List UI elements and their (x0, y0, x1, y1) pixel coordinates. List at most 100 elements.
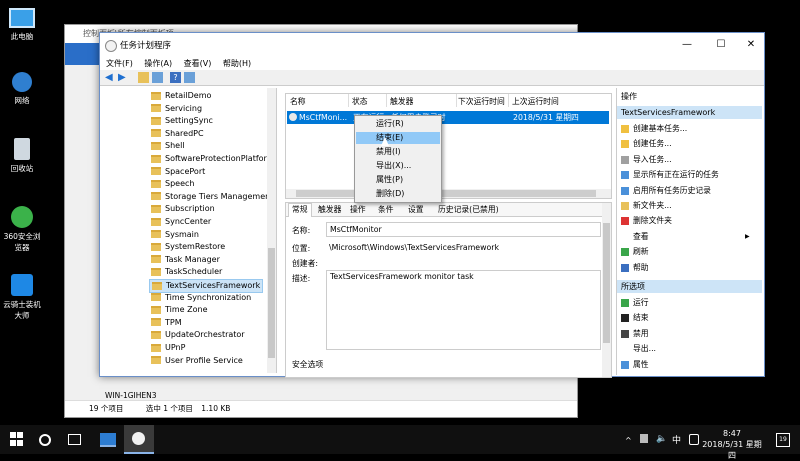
tree-folder-item[interactable]: SoftwareProtectionPlatform (151, 153, 274, 165)
menu-action[interactable]: 操作(A) (144, 59, 172, 68)
tree-folder-item[interactable]: TPM (151, 317, 182, 329)
action-item[interactable]: 导入任务... (621, 153, 672, 166)
column-header-status[interactable]: 状态 (352, 96, 368, 107)
tree-folder-item[interactable]: Storage Tiers Management (151, 191, 273, 203)
tab-conditions[interactable]: 条件 (378, 204, 394, 216)
context-menu-item[interactable]: 结束(E) (356, 132, 440, 144)
tree-folder-item[interactable]: RetailDemo (151, 90, 211, 102)
name-field[interactable]: MsCtfMonitor (326, 222, 601, 237)
action-item[interactable]: 查看 ▶ (621, 230, 750, 243)
task-row[interactable]: MsCtfMoni... 正在运行 任何用户登录时 2018/5/31 星期四 … (287, 111, 609, 135)
desktop-icon-recycle-bin[interactable]: 回收站 (0, 138, 44, 174)
action-item[interactable]: 创建基本任务... (621, 122, 687, 135)
desktop-icon-360-browser[interactable]: 360安全浏览器 (0, 206, 44, 253)
folder-tree[interactable]: RetailDemo Servicing SettingSync SharedPC Sh… (101, 88, 277, 373)
clock[interactable]: 8:47 2018/5/31 星期四 (702, 428, 762, 461)
action-item[interactable]: 帮助 (621, 261, 649, 274)
tree-scrollbar-thumb[interactable] (268, 248, 275, 358)
ime-indicator[interactable]: 中 (672, 433, 681, 446)
context-menu-item[interactable]: 运行(R) (356, 118, 440, 130)
tab-settings[interactable]: 设置 (408, 204, 424, 216)
selected-action-item[interactable]: 删除 (621, 373, 649, 375)
context-menu-item[interactable]: 属性(P) (356, 174, 440, 186)
desktop-icon-network[interactable]: 网络 (0, 72, 44, 106)
section-header-selected[interactable]: 所选项 (617, 280, 762, 293)
network-tray-icon[interactable] (640, 434, 648, 443)
title-bar[interactable]: 任务计划程序 — ☐ ✕ (100, 33, 764, 57)
tab-triggers[interactable]: 触发器 (318, 204, 341, 216)
context-menu-item[interactable]: 删除(D) (356, 188, 440, 200)
column-header-name[interactable]: 名称 (290, 96, 306, 107)
detail-scrollbar-thumb[interactable] (603, 223, 610, 343)
section-header-folder[interactable]: TextServicesFramework (617, 106, 762, 119)
action-icon (621, 299, 629, 307)
start-windows-icon[interactable] (10, 432, 24, 446)
list-hscrollbar-thumb[interactable] (296, 190, 596, 197)
selected-action-item[interactable]: 运行 (621, 296, 649, 309)
task-scheduler-window[interactable]: 任务计划程序 — ☐ ✕ 文件(F) 操作(A) 查看(V) 帮助(H) ◀ ▶… (99, 32, 765, 378)
tree-folder-item[interactable]: SystemRestore (151, 241, 225, 253)
minimize-button[interactable]: — (674, 37, 700, 53)
folder-up-icon[interactable] (138, 72, 149, 83)
tray-chevron-icon[interactable]: ^ (625, 436, 632, 445)
tree-folder-item[interactable]: TaskScheduler (151, 266, 222, 278)
context-menu-item[interactable]: 禁用(I) (356, 146, 440, 158)
control-panel-taskbar-icon[interactable] (100, 433, 116, 447)
search-icon[interactable] (39, 434, 51, 446)
tree-folder-item[interactable]: User Profile Service (151, 355, 243, 367)
description-field[interactable]: TextServicesFramework monitor task (326, 270, 601, 350)
maximize-button[interactable]: ☐ (708, 37, 734, 53)
menu-help[interactable]: 帮助(H) (223, 59, 251, 68)
action-item[interactable]: 删除文件夹 (621, 214, 672, 227)
tree-folder-item[interactable]: SharedPC (151, 128, 204, 140)
tree-folder-item[interactable]: Task Manager (151, 254, 220, 266)
task-list[interactable]: 名称 状态 触发器 下次运行时间 上次运行时间 MsCtfMoni... 正在运… (285, 93, 612, 199)
desktop-icon-this-pc[interactable]: 此电脑 (0, 6, 44, 42)
tree-folder-item[interactable]: Sysmain (151, 229, 199, 241)
user-tray-icon[interactable] (689, 434, 699, 445)
close-button[interactable]: ✕ (738, 37, 764, 53)
tab-actions[interactable]: 操作 (350, 204, 366, 216)
column-header-next-run[interactable]: 下次运行时间 (458, 96, 505, 107)
detail-scrollbar[interactable] (602, 203, 611, 377)
action-item[interactable]: 新文件夹... (621, 199, 672, 212)
action-item[interactable]: 创建任务... (621, 137, 672, 150)
selected-action-item[interactable]: 结束 (621, 311, 649, 324)
show-action-pane-icon[interactable] (184, 72, 195, 83)
action-item[interactable]: 显示所有正在运行的任务 (621, 168, 719, 181)
column-header-last-run[interactable]: 上次运行时间 (512, 96, 559, 107)
tree-folder-item[interactable]: SpacePort (151, 166, 205, 178)
help-icon[interactable]: ? (170, 72, 181, 83)
tree-folder-item[interactable]: SyncCenter (151, 216, 211, 228)
context-menu-item[interactable]: 导出(X)... (356, 160, 440, 172)
show-hide-tree-icon[interactable] (152, 72, 163, 83)
selected-action-item[interactable]: 导出... (621, 342, 656, 355)
tree-folder-item[interactable]: Subscription (151, 203, 215, 215)
tree-folder-item[interactable]: UpdateOrchestrator (151, 329, 245, 341)
selected-action-item[interactable]: 属性 (621, 358, 649, 371)
tree-folder-item[interactable]: Shell (151, 140, 185, 152)
volume-icon[interactable]: 🔈 (656, 434, 667, 444)
tab-general[interactable]: 常规 (288, 203, 312, 217)
tree-folder-item[interactable]: Speech (151, 178, 194, 190)
column-header-trigger[interactable]: 触发器 (390, 96, 413, 107)
tree-folder-item[interactable]: SettingSync (151, 115, 213, 127)
back-arrow-icon[interactable]: ◀ (105, 72, 116, 83)
task-view-icon[interactable] (68, 434, 81, 445)
selected-action-item[interactable]: 禁用 (621, 327, 649, 340)
tab-history[interactable]: 历史记录(已禁用) (438, 204, 499, 216)
tree-folder-item[interactable]: Time Synchronization (151, 292, 251, 304)
list-hscrollbar[interactable] (286, 189, 611, 198)
menu-file[interactable]: 文件(F) (106, 59, 133, 68)
desktop-icon-yunqishi[interactable]: 云骑士装机大师 (0, 274, 44, 321)
tree-scrollbar[interactable] (267, 88, 276, 373)
action-item[interactable]: 启用所有任务历史记录 (621, 184, 711, 197)
task-scheduler-taskbar-button[interactable] (124, 425, 154, 454)
forward-arrow-icon[interactable]: ▶ (118, 72, 129, 83)
notification-center-icon[interactable]: 19 (776, 433, 790, 447)
tree-folder-item[interactable]: Servicing (151, 103, 202, 115)
menu-view[interactable]: 查看(V) (184, 59, 212, 68)
action-item[interactable]: 刷新 (621, 245, 649, 258)
tree-folder-item[interactable]: Time Zone (151, 304, 208, 316)
tree-folder-item[interactable]: UPnP (151, 342, 185, 354)
